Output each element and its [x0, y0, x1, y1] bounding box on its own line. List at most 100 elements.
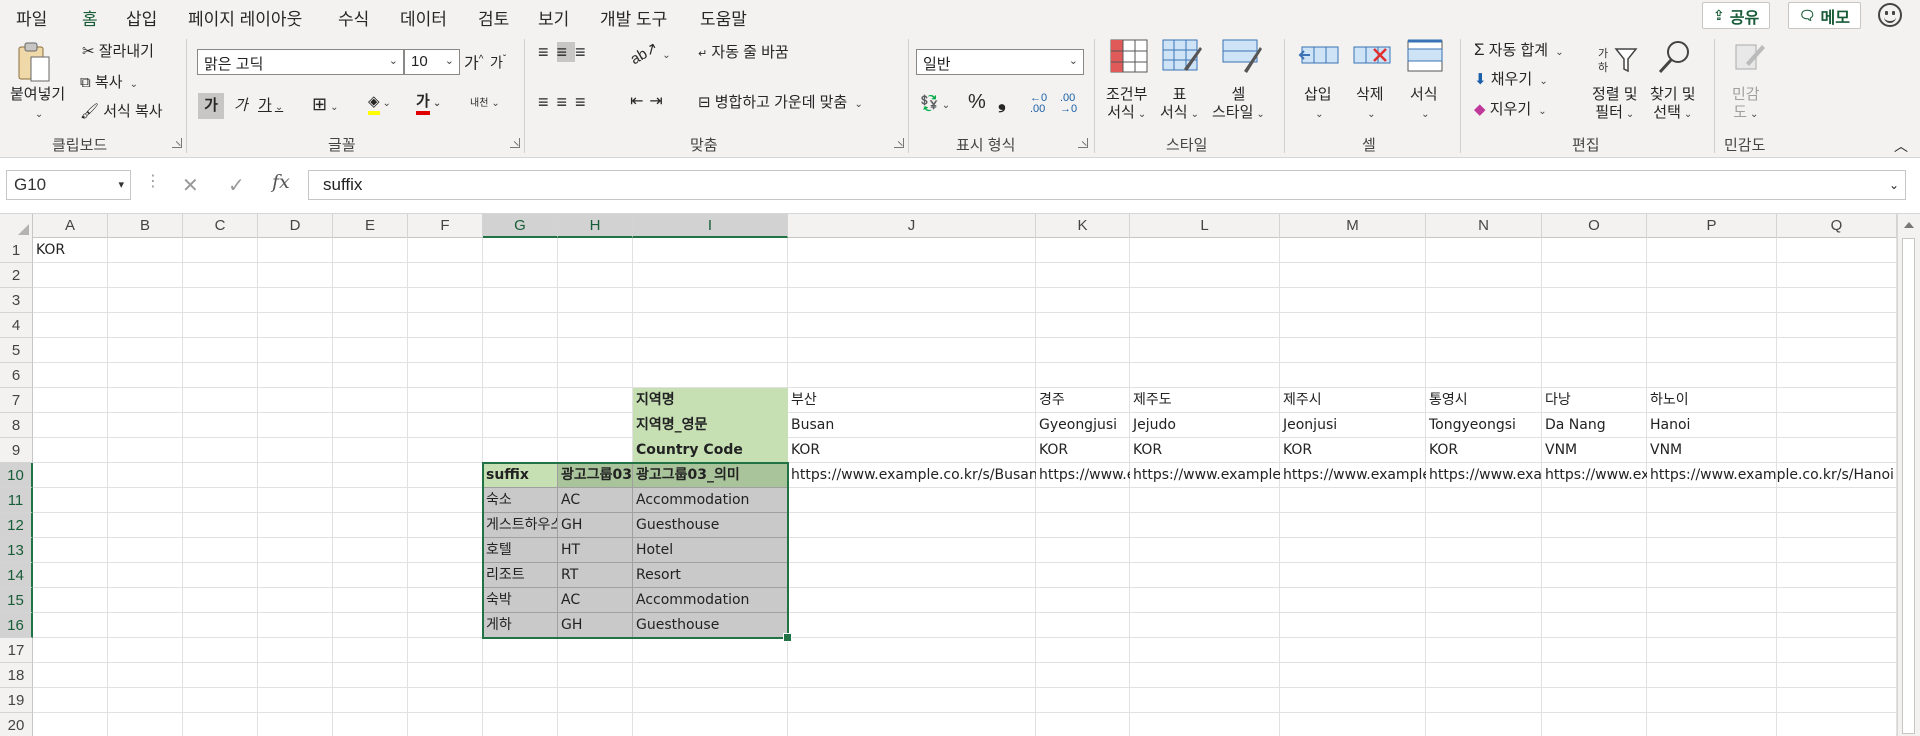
row-header[interactable]: 13 [0, 538, 33, 563]
align-top-icon[interactable]: ≡ [538, 42, 557, 62]
cell-j7[interactable]: 부산 [788, 388, 1036, 413]
column-header[interactable]: D [258, 214, 333, 238]
paste-icon[interactable] [16, 41, 52, 87]
sensitivity-button[interactable]: 민감 도 ⌄ [1732, 86, 1760, 124]
font-name-select[interactable]: 맑은 고딕 ⌄ [197, 49, 404, 75]
column-header[interactable]: B [108, 214, 183, 238]
insert-cells-icon[interactable] [1298, 39, 1340, 77]
cut-button[interactable]: ✂ 잘라내기 [82, 43, 154, 61]
row-header[interactable]: 11 [0, 488, 33, 513]
column-header[interactable]: I [633, 214, 788, 238]
cell-h13[interactable]: HT [558, 538, 633, 563]
find-select-button[interactable]: 찾기 및 선택 ⌄ [1650, 86, 1696, 124]
copy-button[interactable]: ⧉ 복사 ⌄ [80, 74, 138, 94]
expand-formula-icon[interactable]: ⌄ [1889, 178, 1899, 192]
select-all-corner[interactable] [0, 214, 33, 238]
number-launcher-icon[interactable] [1078, 138, 1088, 148]
cell-l8[interactable]: Jejudo [1130, 413, 1280, 438]
cell-i15[interactable]: Accommodation [633, 588, 788, 613]
cell-j10[interactable]: https://www.example.co.kr/s/Busan [788, 463, 1036, 488]
row-header[interactable]: 2 [0, 263, 33, 288]
ribbon-tab[interactable]: 데이터 [400, 5, 447, 30]
column-header[interactable]: L [1130, 214, 1280, 238]
cell-h16[interactable]: GH [558, 613, 633, 638]
name-box[interactable]: G10 ▾ [6, 170, 131, 200]
borders-button[interactable]: ⊞ ⌄ [312, 95, 338, 117]
ribbon-tab[interactable]: 수식 [338, 5, 369, 30]
column-header[interactable]: N [1426, 214, 1542, 238]
row-header[interactable]: 20 [0, 713, 33, 736]
column-header[interactable]: O [1542, 214, 1647, 238]
cell-k8[interactable]: Gyeongjusi [1036, 413, 1130, 438]
orientation-button[interactable]: ab↗⌄ [627, 39, 670, 68]
cell-m10[interactable]: https://www.example.co.kr/s/Jeonjusi [1280, 463, 1426, 488]
cell-l10[interactable]: https://www.example.co.kr/s/Jejudo [1130, 463, 1280, 488]
ribbon-tab[interactable]: 페이지 레이아웃 [188, 5, 302, 30]
underline-button[interactable]: 가 ⌄ [258, 97, 283, 117]
bold-button[interactable]: 가 [198, 93, 224, 119]
decrease-decimal-icon[interactable]: .00 →0 [1060, 93, 1077, 115]
column-header[interactable]: M [1280, 214, 1426, 238]
sort-filter-icon[interactable]: 가하 [1598, 43, 1638, 79]
grow-font-button[interactable]: 가^ [464, 51, 483, 73]
column-header[interactable]: Q [1777, 214, 1897, 238]
cell-h12[interactable]: GH [558, 513, 633, 538]
vertical-align-buttons[interactable]: ≡≡≡ [538, 42, 594, 62]
cell-o10[interactable]: https://www.example.co.kr/s/Da Nang [1542, 463, 1647, 488]
row-header[interactable]: 10 [0, 463, 33, 488]
clear-button[interactable]: ◆ 지우기 ⌄ [1474, 101, 1547, 121]
cell-n7[interactable]: 통영시 [1426, 388, 1542, 413]
column-header[interactable]: C [183, 214, 258, 238]
ribbon-tab[interactable]: 삽입 [126, 5, 157, 30]
ribbon-tab[interactable]: 홈 [82, 5, 98, 36]
font-color-button[interactable]: 가 ⌄ [416, 93, 441, 115]
percent-button[interactable]: % [968, 92, 986, 112]
cell-styles-icon[interactable] [1222, 39, 1262, 77]
vertical-scrollbar[interactable] [1897, 214, 1920, 736]
sensitivity-icon[interactable] [1732, 39, 1766, 77]
sort-filter-button[interactable]: 정렬 및 필터 ⌄ [1592, 86, 1638, 124]
horizontal-align-buttons[interactable]: ≡≡≡ [538, 93, 594, 111]
more-options-icon[interactable]: ⋮ [145, 171, 161, 191]
cell-h10[interactable]: 광고그룹03 [558, 463, 633, 488]
cell-p10[interactable]: https://www.example.co.kr/s/Hanoi [1647, 463, 1897, 488]
autosum-button[interactable]: Σ 자동 합계 ⌄ [1474, 41, 1564, 62]
cell-g10[interactable]: suffix [483, 463, 558, 488]
row-header[interactable]: 12 [0, 513, 33, 538]
share-button[interactable]: ⇪ 공유 [1702, 2, 1771, 29]
format-painter-button[interactable]: 🖌 서식 복사 [80, 103, 163, 121]
ribbon-tab[interactable]: 파일 [16, 5, 47, 30]
cell-j8[interactable]: Busan [788, 413, 1036, 438]
enter-check-icon[interactable]: ✓ [228, 173, 245, 198]
row-header[interactable]: 7 [0, 388, 33, 413]
wrap-text-button[interactable]: ↵ 자동 줄 바꿈 [698, 44, 789, 63]
row-header[interactable]: 6 [0, 363, 33, 388]
ribbon-tab[interactable]: 보기 [538, 5, 569, 30]
accounting-format-button[interactable]: 💱 ⌄ [920, 95, 950, 115]
collapse-ribbon-icon[interactable]: ︿ [1894, 137, 1908, 155]
cell-l9[interactable]: KOR [1130, 438, 1280, 463]
paste-button[interactable]: 붙여넣기 ⌄ [10, 86, 65, 124]
cell-g14[interactable]: 리조트 [483, 563, 558, 588]
phonetic-button[interactable]: 내천 ⌄ [470, 95, 500, 113]
align-right-icon[interactable]: ≡ [575, 92, 594, 112]
cell-n9[interactable]: KOR [1426, 438, 1542, 463]
cell-i16[interactable]: Guesthouse [633, 613, 788, 638]
cell-i10[interactable]: 광고그룹03_의미 [633, 463, 788, 488]
cell-g15[interactable]: 숙박 [483, 588, 558, 613]
formula-input[interactable]: suffix ⌄ [308, 170, 1906, 200]
alignment-launcher-icon[interactable] [894, 138, 904, 148]
format-cells-icon[interactable] [1406, 39, 1444, 77]
fill-button[interactable]: ⬇ 채우기 ⌄ [1474, 71, 1548, 91]
cell-h15[interactable]: AC [558, 588, 633, 613]
ribbon-tab[interactable]: 도움말 [700, 5, 747, 30]
increase-indent-icon[interactable]: ⇥ [649, 93, 668, 110]
font-launcher-icon[interactable] [510, 138, 520, 148]
shrink-font-button[interactable]: 가ˇ [490, 51, 506, 72]
clipboard-launcher-icon[interactable] [172, 138, 182, 148]
cell-m7[interactable]: 제주시 [1280, 388, 1426, 413]
row-header[interactable]: 14 [0, 563, 33, 588]
font-size-select[interactable]: 10 ⌄ [404, 49, 460, 75]
delete-cells-button[interactable]: 삭제 ⌄ [1356, 86, 1384, 124]
number-format-select[interactable]: 일반 ⌄ [916, 49, 1084, 75]
